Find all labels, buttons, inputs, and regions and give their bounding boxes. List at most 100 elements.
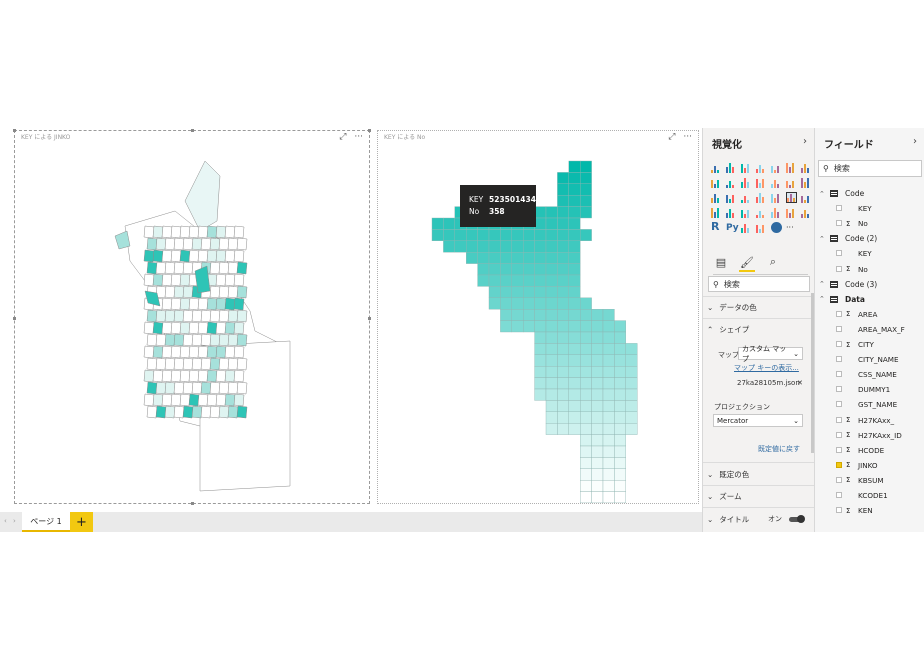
key-influencers-icon[interactable]	[741, 222, 752, 233]
ward-cell[interactable]	[236, 405, 248, 419]
ward-cell[interactable]	[155, 333, 167, 347]
field-item-key[interactable]: KEY	[815, 201, 924, 216]
ward-cell[interactable]	[143, 249, 155, 263]
grid-cell[interactable]	[602, 491, 615, 503]
grid-cell[interactable]	[568, 297, 581, 310]
grid-cell[interactable]	[557, 172, 569, 185]
grid-cell[interactable]	[511, 263, 524, 276]
ward-cell[interactable]	[188, 393, 200, 407]
ward-cell[interactable]	[218, 237, 230, 251]
ward-cell[interactable]	[233, 273, 245, 287]
ward-cell[interactable]	[164, 261, 176, 275]
ward-cell[interactable]	[224, 273, 236, 287]
grid-cell[interactable]	[579, 160, 592, 173]
grid-cell[interactable]	[614, 388, 626, 401]
ward-cell[interactable]	[161, 345, 173, 359]
ward-cell[interactable]	[209, 405, 221, 419]
grid-cell[interactable]	[614, 434, 626, 447]
field-checkbox[interactable]	[836, 386, 842, 393]
ward-cell[interactable]	[227, 261, 239, 275]
grid-cell[interactable]	[579, 308, 592, 321]
ward-cell[interactable]	[206, 225, 218, 239]
grid-cell[interactable]	[625, 423, 638, 435]
ward-cell[interactable]	[218, 357, 230, 371]
clustered-column-icon[interactable]	[756, 162, 767, 173]
grid-cell[interactable]	[614, 354, 626, 367]
ward-cell[interactable]	[146, 333, 158, 347]
ward-cell[interactable]	[224, 225, 236, 239]
field-item-jinko[interactable]: Σ JINKO	[815, 458, 924, 473]
multirow-card-icon[interactable]	[741, 207, 752, 218]
shape-map-icon[interactable]	[786, 192, 797, 203]
grid-cell[interactable]	[591, 320, 604, 333]
ward-cell[interactable]	[164, 381, 176, 395]
ward-cell[interactable]	[114, 230, 131, 250]
grid-cell[interactable]	[545, 400, 558, 412]
field-item-no[interactable]: Σ No	[815, 262, 924, 277]
ward-cell[interactable]	[209, 309, 221, 323]
grid-cell[interactable]	[557, 388, 569, 401]
ward-cell[interactable]	[173, 309, 185, 323]
grid-cell[interactable]	[443, 229, 456, 242]
grid-cell[interactable]	[579, 354, 592, 367]
grid-cell[interactable]	[534, 206, 547, 219]
r-visual-icon[interactable]: R	[711, 220, 722, 233]
field-checkbox[interactable]	[836, 492, 842, 498]
grid-cell[interactable]	[614, 400, 626, 412]
grid-cell[interactable]	[614, 491, 626, 503]
grid-cell[interactable]	[500, 240, 513, 253]
field-checkbox[interactable]	[836, 341, 842, 347]
ward-cell[interactable]	[152, 273, 164, 287]
ward-cell[interactable]	[188, 321, 200, 335]
grid-cell[interactable]	[591, 411, 604, 424]
filled-map-visual-no[interactable]: KEY による No ⤢ ···	[377, 130, 699, 504]
grid-cell[interactable]	[568, 183, 581, 196]
ward-cell[interactable]	[206, 393, 218, 407]
ward-cell[interactable]	[179, 273, 191, 287]
ward-cell[interactable]	[227, 357, 239, 371]
grid-cell[interactable]	[534, 377, 547, 390]
ward-cell[interactable]	[209, 237, 221, 251]
grid-cell[interactable]	[488, 274, 501, 287]
grid-cell[interactable]	[557, 320, 569, 333]
grid-cell[interactable]	[545, 217, 558, 230]
ward-cell[interactable]	[152, 345, 164, 359]
collapse-chevron-icon[interactable]: ›	[913, 136, 917, 147]
grid-cell[interactable]	[500, 297, 513, 310]
grid-cell[interactable]	[454, 240, 467, 253]
grid-cell[interactable]	[579, 297, 592, 310]
field-checkbox[interactable]	[836, 205, 842, 212]
grid-cell[interactable]	[568, 194, 581, 207]
gauge-icon[interactable]	[711, 207, 722, 218]
ward-cell[interactable]	[155, 261, 167, 275]
grid-cell[interactable]	[534, 343, 547, 355]
grid-cell[interactable]	[579, 468, 592, 481]
grid-cell[interactable]	[545, 411, 558, 424]
ward-cell[interactable]	[191, 333, 203, 347]
field-checkbox[interactable]	[836, 310, 842, 317]
grid-cell[interactable]	[568, 365, 581, 378]
grid-cell[interactable]	[545, 343, 558, 355]
grid-cell[interactable]	[614, 331, 626, 344]
stacked-bar-icon[interactable]	[711, 162, 722, 173]
grid-cell[interactable]	[579, 491, 592, 503]
grid-cell[interactable]	[557, 423, 569, 435]
grid-cell[interactable]	[557, 400, 569, 412]
grid-cell[interactable]	[591, 434, 604, 447]
ward-cell[interactable]	[233, 393, 245, 407]
grid-cell[interactable]	[534, 229, 547, 242]
ward-cell[interactable]	[182, 237, 194, 251]
grid-cell[interactable]	[557, 354, 569, 367]
ward-cell[interactable]	[173, 285, 185, 299]
grid-cell[interactable]	[534, 297, 547, 310]
ward-cell[interactable]	[179, 297, 191, 311]
ward-cell[interactable]	[146, 381, 158, 395]
ward-cell[interactable]	[209, 333, 221, 347]
field-item-ken[interactable]: Σ KEN	[815, 503, 924, 518]
grid-cell[interactable]	[579, 480, 592, 492]
field-checkbox[interactable]	[836, 431, 842, 438]
ward-cell[interactable]	[233, 369, 245, 383]
grid-cell[interactable]	[579, 445, 592, 458]
grid-cell[interactable]	[534, 274, 547, 287]
grid-cell[interactable]	[488, 251, 501, 264]
